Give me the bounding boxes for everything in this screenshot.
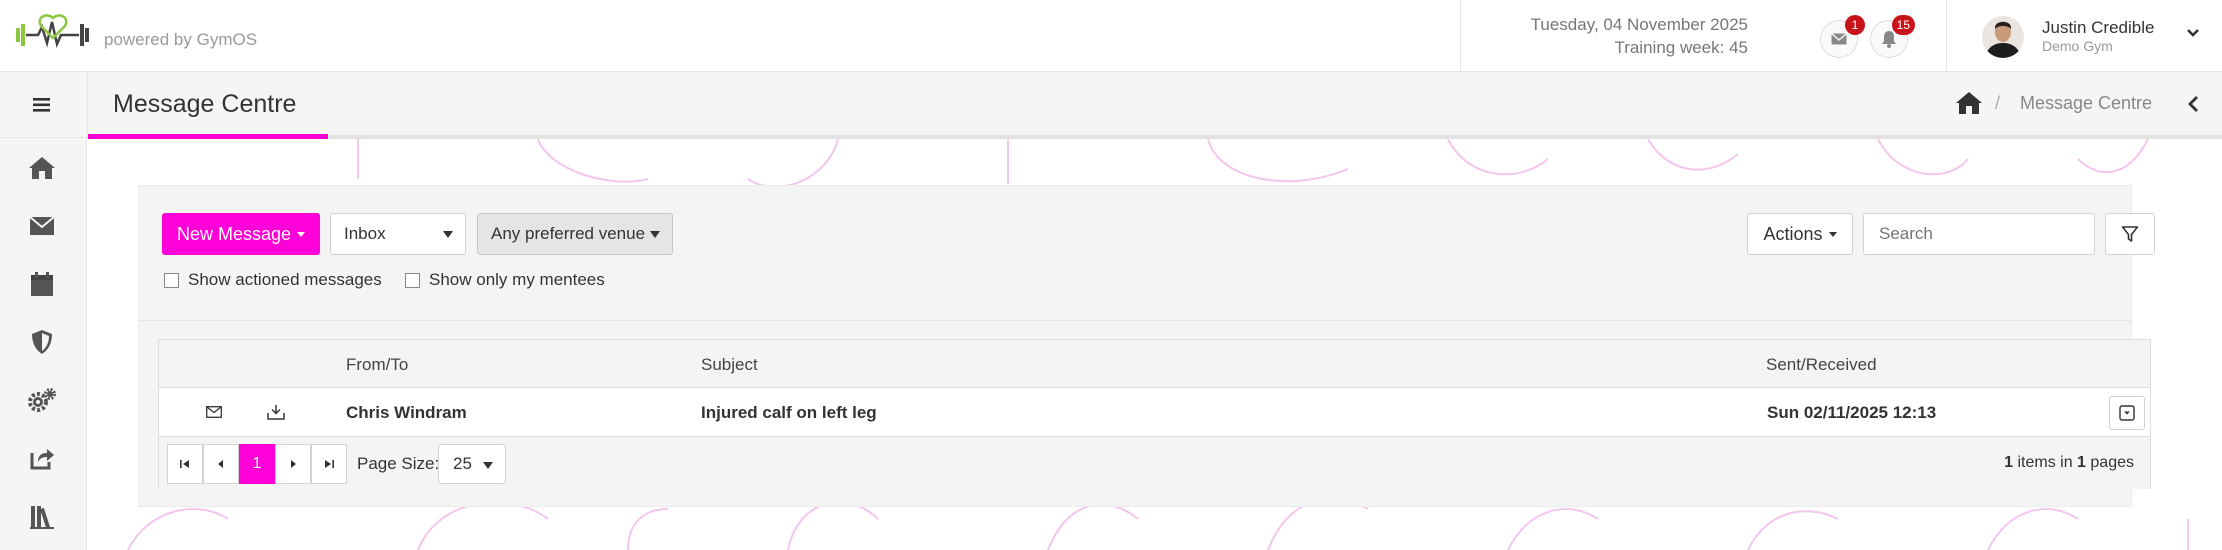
messages-grid: From/To Subject Sent/Received Chris Wind… xyxy=(158,339,2151,489)
pager-info: 1 items in 1 pages xyxy=(2004,454,2134,472)
row-expand-button[interactable] xyxy=(2109,396,2145,430)
column-header-subject[interactable]: Subject xyxy=(701,355,758,375)
page-title: Message Centre xyxy=(113,90,297,118)
envelope-icon xyxy=(1831,33,1847,45)
sidebar-item-home[interactable] xyxy=(24,150,60,186)
notifications-badge: 15 xyxy=(1891,15,1915,35)
filter-button[interactable] xyxy=(2105,213,2155,255)
venue-select-value: Any preferred venue xyxy=(491,224,646,243)
breadcrumb-home-icon[interactable] xyxy=(1955,90,1983,116)
last-page-button[interactable] xyxy=(311,444,347,484)
sidebar xyxy=(0,138,87,550)
training-week: Training week: 45 xyxy=(1614,38,1748,57)
pages-text: pages xyxy=(2085,454,2134,471)
toolbar-divider xyxy=(139,320,2131,321)
gears-icon xyxy=(28,388,56,412)
pages-count: 1 xyxy=(2077,454,2086,471)
caret-down-icon xyxy=(443,231,453,238)
new-message-button[interactable]: New Message xyxy=(162,213,320,255)
menu-toggle-icon[interactable] xyxy=(26,92,56,118)
table-row[interactable]: Chris Windram Injured calf on left leg S… xyxy=(159,388,2150,437)
shield-icon xyxy=(32,330,52,354)
message-panel: New Message Inbox Any preferred venue Sh… xyxy=(138,185,2155,507)
sidebar-item-share[interactable] xyxy=(24,440,60,476)
grid-header: From/To Subject Sent/Received xyxy=(159,340,2150,388)
chevron-down-icon[interactable] xyxy=(2184,24,2202,42)
avatar[interactable] xyxy=(1982,16,2024,58)
show-actioned-checkbox[interactable]: Show actioned messages xyxy=(164,270,382,290)
messages-button[interactable]: 1 xyxy=(1820,15,1865,58)
column-header-from-to[interactable]: From/To xyxy=(346,355,408,375)
breadcrumb-current: Message Centre xyxy=(2020,93,2153,113)
pager: 1 Page Size: 25 1 items in 1 pages xyxy=(159,437,2150,489)
prev-page-button[interactable] xyxy=(203,444,239,484)
envelope-icon[interactable] xyxy=(204,402,224,422)
actions-label: Actions xyxy=(1763,223,1823,244)
folder-select-value: Inbox xyxy=(344,224,386,243)
filter-icon xyxy=(2121,226,2139,242)
caret-down-icon xyxy=(650,231,660,238)
messages-badge: 1 xyxy=(1845,15,1865,35)
search-input[interactable] xyxy=(1863,213,2095,255)
bell-icon xyxy=(1882,31,1896,48)
user-name: Justin Credible xyxy=(2042,18,2155,37)
checkbox[interactable] xyxy=(164,272,179,288)
sidebar-item-library[interactable] xyxy=(24,498,60,534)
row-sent-received: Sun 02/11/2025 12:13 xyxy=(1767,403,1937,422)
caret-down-icon xyxy=(297,231,306,237)
date-info: Tuesday, 04 November 2025 Training week:… xyxy=(1531,13,1748,59)
first-page-button[interactable] xyxy=(167,444,203,484)
caret-down-icon xyxy=(1828,231,1837,237)
page-size-value: 25 xyxy=(453,454,472,473)
sidebar-divider xyxy=(87,72,88,138)
row-subject: Injured calf on left leg xyxy=(701,403,877,422)
notifications-button[interactable]: 15 xyxy=(1870,15,1915,58)
inbox-download-icon[interactable] xyxy=(266,402,286,422)
row-from-to: Chris Windram xyxy=(346,403,467,422)
next-page-button[interactable] xyxy=(275,444,311,484)
page-header-bar: Message Centre / Message Centre xyxy=(0,72,2222,138)
home-icon xyxy=(29,157,55,179)
envelope-icon xyxy=(29,216,55,235)
items-text: items in xyxy=(2013,454,2078,471)
caret-down-icon xyxy=(483,462,493,469)
last-page-icon xyxy=(325,460,334,468)
first-page-icon xyxy=(180,460,189,468)
user-gym: Demo Gym xyxy=(2042,38,2113,54)
next-page-icon xyxy=(291,460,296,468)
page-number-button[interactable]: 1 xyxy=(239,444,275,484)
folder-select[interactable]: Inbox xyxy=(330,213,466,255)
actions-button[interactable]: Actions xyxy=(1747,213,1853,255)
sidebar-item-messages[interactable] xyxy=(24,208,60,244)
new-message-label: New Message xyxy=(176,223,292,244)
items-count: 1 xyxy=(2004,454,2014,471)
breadcrumb-separator: / xyxy=(1995,93,2001,113)
library-icon xyxy=(30,506,54,529)
page-size-select[interactable]: 25 xyxy=(438,444,506,484)
current-date: Tuesday, 04 November 2025 xyxy=(1530,15,1748,34)
sidebar-item-calendar[interactable] xyxy=(24,266,60,302)
checkbox[interactable] xyxy=(405,272,420,288)
prev-page-icon xyxy=(218,460,223,468)
calendar-icon xyxy=(31,272,53,296)
venue-select[interactable]: Any preferred venue xyxy=(477,213,673,255)
sidebar-item-settings[interactable] xyxy=(24,382,60,418)
show-actioned-label: Show actioned messages xyxy=(188,270,382,289)
caret-square-down-icon xyxy=(2119,405,2135,421)
powered-by-text: powered by GymOS xyxy=(104,30,258,49)
header-divider xyxy=(1460,0,1461,72)
sidebar-item-security[interactable] xyxy=(24,324,60,360)
header-divider xyxy=(1946,0,1947,72)
top-header: powered by GymOS Tuesday, 04 November 20… xyxy=(0,0,2222,72)
chevron-left-icon[interactable] xyxy=(2184,94,2204,114)
page-size-label: Page Size: xyxy=(357,454,440,473)
gym-logo[interactable] xyxy=(14,14,92,54)
column-header-sent-received[interactable]: Sent/Received xyxy=(1766,355,1877,375)
show-mentees-label: Show only my mentees xyxy=(429,270,605,289)
show-mentees-checkbox[interactable]: Show only my mentees xyxy=(405,270,605,290)
share-icon xyxy=(30,449,54,470)
